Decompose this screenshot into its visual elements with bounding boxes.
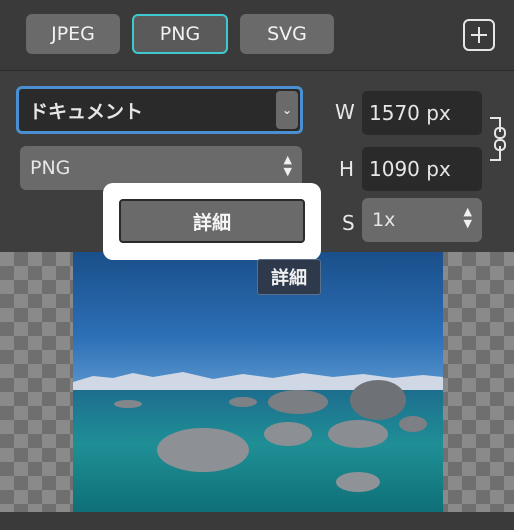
width-label: W xyxy=(335,100,355,124)
width-value: 1570 px xyxy=(369,101,451,125)
details-tooltip: 詳細 xyxy=(257,259,321,295)
tab-png[interactable]: PNG xyxy=(132,14,228,54)
bottom-bar xyxy=(0,512,514,530)
width-field[interactable]: 1570 px xyxy=(362,91,482,135)
tab-jpeg[interactable]: JPEG xyxy=(26,14,120,54)
height-label: H xyxy=(339,157,355,181)
document-select-value: ドキュメント xyxy=(29,100,144,123)
height-field[interactable]: 1090 px xyxy=(362,147,482,191)
scale-label: S xyxy=(342,211,355,235)
height-value: 1090 px xyxy=(369,157,451,181)
format-select-value: PNG xyxy=(30,157,71,179)
link-aspect-icon[interactable] xyxy=(486,114,508,164)
details-highlight: 詳細 xyxy=(103,183,321,260)
add-export-button[interactable] xyxy=(463,19,495,51)
updown-chevron-icon: ▲ ▼ xyxy=(283,153,292,178)
updown-chevron-icon: ▲ ▼ xyxy=(463,205,472,230)
scale-select[interactable]: 1x ▲ ▼ xyxy=(362,198,482,242)
tab-svg[interactable]: SVG xyxy=(240,14,334,54)
scale-select-value: 1x xyxy=(372,209,396,231)
details-button[interactable]: 詳細 xyxy=(119,199,305,243)
chevron-down-icon: ⌄ xyxy=(276,91,298,129)
document-select[interactable]: ドキュメント ⌄ xyxy=(16,86,303,134)
